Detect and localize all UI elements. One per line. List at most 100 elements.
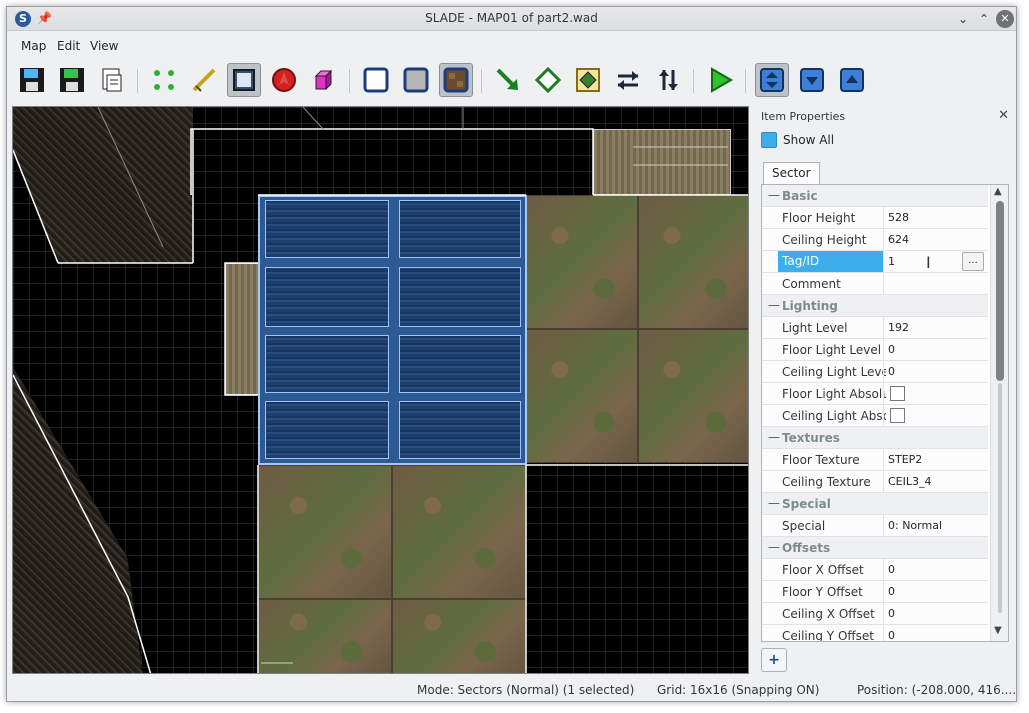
- flat-textured-icon[interactable]: [439, 63, 473, 97]
- collapse-icon[interactable]: —: [768, 188, 780, 202]
- property-name: Light Level: [782, 321, 848, 335]
- property-value[interactable]: STEP2: [888, 453, 922, 466]
- property-checkbox[interactable]: [890, 386, 905, 401]
- diamond-icon[interactable]: [531, 63, 565, 97]
- property-name: Ceiling Light Level: [782, 365, 886, 379]
- property-row[interactable]: Ceiling Height 624: [762, 229, 988, 251]
- property-row[interactable]: Tag/ID 1 I...: [762, 251, 988, 273]
- tab-sector[interactable]: Sector: [763, 162, 820, 184]
- toolbar-separator: [137, 69, 138, 93]
- edit-value-button[interactable]: ...: [962, 252, 984, 271]
- property-value[interactable]: 0: Normal: [888, 519, 942, 532]
- property-row[interactable]: Floor Light Level 0: [762, 339, 988, 361]
- text-cursor-icon: I: [926, 253, 931, 272]
- collapse-icon[interactable]: —: [768, 496, 780, 510]
- property-name: Tag/ID: [778, 251, 884, 272]
- property-name: Offsets: [782, 541, 831, 555]
- panel-close-icon[interactable]: ✕: [998, 108, 1009, 123]
- swap-horizontal-icon[interactable]: [611, 63, 645, 97]
- property-grid-scrollbar[interactable]: ▲ ▼: [990, 185, 1008, 641]
- property-value[interactable]: 528: [888, 211, 909, 224]
- maximize-icon[interactable]: ⌃: [975, 10, 993, 28]
- scroll-down-icon[interactable]: [795, 63, 829, 97]
- property-value[interactable]: 0: [888, 365, 895, 378]
- save-icon[interactable]: [15, 63, 49, 97]
- scroll-down-arrow-icon[interactable]: ▼: [994, 625, 1002, 636]
- scrollbar-thumb[interactable]: [996, 201, 1004, 381]
- property-category[interactable]: — Lighting: [762, 295, 988, 317]
- item-properties-panel: Item Properties ✕ Show All Sector — Basic…: [757, 106, 1015, 676]
- property-value[interactable]: 0: [888, 607, 895, 620]
- property-value[interactable]: 0: [888, 563, 895, 576]
- close-icon[interactable]: ✕: [996, 10, 1014, 28]
- property-checkbox[interactable]: [890, 408, 905, 423]
- thing-mode-icon[interactable]: [267, 63, 301, 97]
- play-icon[interactable]: [703, 63, 737, 97]
- property-row[interactable]: Special 0: Normal: [762, 515, 988, 537]
- property-name: Floor Height: [782, 211, 856, 225]
- collapse-icon[interactable]: —: [768, 430, 780, 444]
- 3d-mode-icon[interactable]: [307, 63, 341, 97]
- add-property-button[interactable]: +: [761, 648, 787, 672]
- property-row[interactable]: Floor X Offset 0: [762, 559, 988, 581]
- menu-map[interactable]: Map: [21, 39, 46, 53]
- scroll-up-arrow-icon[interactable]: ▲: [994, 186, 1002, 197]
- flat-untextured-icon[interactable]: [399, 63, 433, 97]
- save-as-icon[interactable]: [95, 63, 129, 97]
- toolbar: [15, 61, 915, 105]
- line-mode-icon[interactable]: [187, 63, 221, 97]
- flat-none-icon[interactable]: [359, 63, 393, 97]
- texture-browser-icon[interactable]: [571, 63, 605, 97]
- property-category[interactable]: — Textures: [762, 427, 988, 449]
- property-name: Floor Y Offset: [782, 585, 863, 599]
- property-name: Floor Texture: [782, 453, 860, 467]
- property-row[interactable]: Comment: [762, 273, 988, 295]
- panel-title: Item Properties: [761, 110, 846, 123]
- column-divider: [883, 317, 884, 339]
- minimize-icon[interactable]: ⌄: [954, 10, 972, 28]
- arrow-icon[interactable]: [491, 63, 525, 97]
- property-value[interactable]: 0: [888, 629, 895, 641]
- collapse-icon[interactable]: —: [768, 540, 780, 554]
- status-bar: Mode: Sectors (Normal) (1 selected) Grid…: [7, 679, 1016, 701]
- property-name: Ceiling X Offset: [782, 607, 875, 621]
- property-row[interactable]: Ceiling Y Offset 0: [762, 625, 988, 641]
- property-row[interactable]: Floor Light Absolute: [762, 383, 988, 405]
- property-name: Floor X Offset: [782, 563, 864, 577]
- property-row[interactable]: Floor Texture STEP2: [762, 449, 988, 471]
- swap-vertical-icon[interactable]: [651, 63, 685, 97]
- toolbar-separator: [481, 69, 482, 93]
- column-divider: [883, 251, 884, 273]
- collapse-icon[interactable]: —: [768, 298, 780, 312]
- vertex-mode-icon[interactable]: [147, 63, 181, 97]
- map-canvas[interactable]: [12, 106, 749, 674]
- property-value[interactable]: 192: [888, 321, 909, 334]
- property-name: Floor Light Absolute: [782, 387, 886, 401]
- property-value[interactable]: CEIL3_4: [888, 475, 932, 488]
- property-row[interactable]: Ceiling Light Absolute: [762, 405, 988, 427]
- column-divider: [883, 405, 884, 427]
- property-row[interactable]: Ceiling Light Level 0: [762, 361, 988, 383]
- sector-mode-icon[interactable]: [227, 63, 261, 97]
- menu-edit[interactable]: Edit: [57, 39, 80, 53]
- property-value[interactable]: 624: [888, 233, 909, 246]
- save-all-icon[interactable]: [55, 63, 89, 97]
- property-row[interactable]: Ceiling Texture CEIL3_4: [762, 471, 988, 493]
- property-value-input[interactable]: 1: [888, 255, 895, 268]
- property-row[interactable]: Floor Height 528: [762, 207, 988, 229]
- property-category[interactable]: — Offsets: [762, 537, 988, 559]
- toggle-panel-icon[interactable]: [755, 63, 789, 97]
- show-all-checkbox[interactable]: [761, 132, 777, 148]
- property-category[interactable]: — Basic: [762, 185, 988, 207]
- column-divider: [883, 273, 884, 295]
- property-row[interactable]: Floor Y Offset 0: [762, 581, 988, 603]
- property-value[interactable]: 0: [888, 585, 895, 598]
- column-divider: [883, 383, 884, 405]
- property-row[interactable]: Ceiling X Offset 0: [762, 603, 988, 625]
- property-category[interactable]: — Special: [762, 493, 988, 515]
- property-value[interactable]: 0: [888, 343, 895, 356]
- menu-view[interactable]: View: [90, 39, 118, 53]
- scroll-up-icon[interactable]: [835, 63, 869, 97]
- property-row[interactable]: Light Level 192: [762, 317, 988, 339]
- toolbar-separator: [745, 69, 746, 93]
